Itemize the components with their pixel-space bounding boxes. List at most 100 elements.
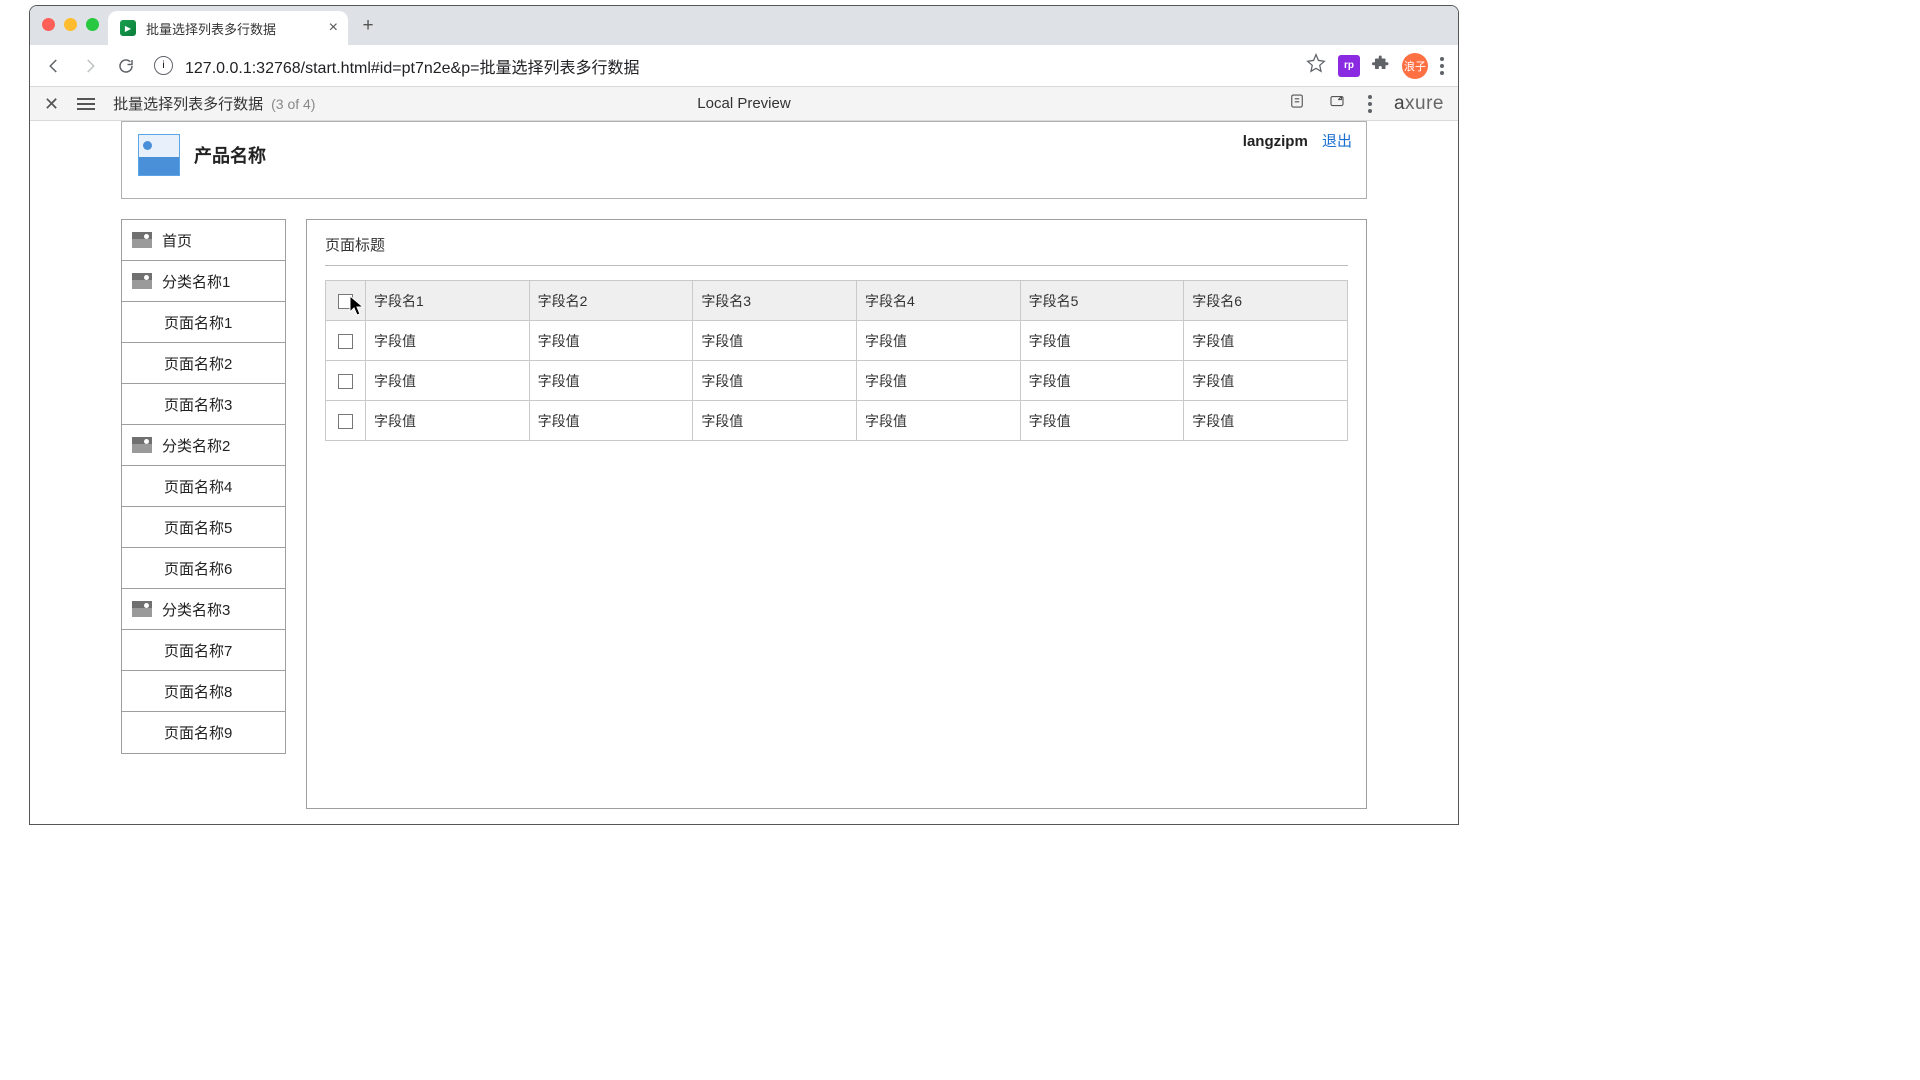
table-cell: 字段值 (693, 361, 857, 401)
axure-page-count: (3 of 4) (271, 96, 315, 112)
sidebar-item-label: 页面名称5 (164, 517, 232, 538)
new-tab-button[interactable]: + (354, 12, 382, 40)
axure-preview-label: Local Preview (697, 95, 790, 112)
axure-menu-button[interactable] (77, 98, 95, 110)
column-header: 字段名2 (529, 281, 693, 321)
sidebar-item-page5[interactable]: 页面名称5 (122, 507, 285, 548)
axure-share-icon[interactable] (1328, 92, 1346, 115)
table-row[interactable]: 字段值 字段值 字段值 字段值 字段值 字段值 (326, 401, 1348, 441)
axure-close-button[interactable]: ✕ (44, 95, 59, 113)
sidebar-item-cat2[interactable]: 分类名称2 (122, 425, 285, 466)
sidebar-item-label: 页面名称4 (164, 476, 232, 497)
table-cell: 字段值 (856, 361, 1020, 401)
table-cell: 字段值 (366, 361, 530, 401)
sidebar-item-cat3[interactable]: 分类名称3 (122, 589, 285, 630)
row-checkbox[interactable] (338, 414, 353, 429)
table-cell: 字段值 (366, 401, 530, 441)
row-checkbox[interactable] (338, 334, 353, 349)
preview-viewport: 产品名称 langzipm 退出 首页 分类名称1 页面名称1 页面名称2 页面… (30, 121, 1458, 824)
chrome-menu-button[interactable] (1440, 57, 1444, 75)
sidebar-item-label: 页面名称8 (164, 681, 232, 702)
sidebar-item-label: 分类名称3 (162, 599, 230, 620)
table-cell: 字段值 (856, 401, 1020, 441)
sidebar-item-page8[interactable]: 页面名称8 (122, 671, 285, 712)
mac-minimize-button[interactable] (64, 18, 77, 31)
mac-zoom-button[interactable] (86, 18, 99, 31)
table-cell: 字段值 (529, 321, 693, 361)
reload-button[interactable] (112, 52, 140, 80)
row-checkbox[interactable] (338, 374, 353, 389)
table-cell: 字段值 (693, 321, 857, 361)
mac-window-controls[interactable] (42, 18, 99, 31)
table-cell: 字段值 (693, 401, 857, 441)
table-cell: 字段值 (1020, 401, 1184, 441)
folder-icon (132, 273, 152, 289)
forward-button[interactable] (76, 52, 104, 80)
username-label: langzipm (1243, 133, 1308, 150)
bookmark-star-icon[interactable] (1306, 53, 1326, 78)
product-name: 产品名称 (194, 142, 266, 168)
sidebar-item-label: 页面名称3 (164, 394, 232, 415)
table-row[interactable]: 字段值 字段值 字段值 字段值 字段值 字段值 (326, 321, 1348, 361)
browser-tab-strip: 批量选择列表多行数据 × + (30, 6, 1458, 45)
extensions-puzzle-icon[interactable] (1372, 54, 1390, 77)
product-header: 产品名称 langzipm 退出 (121, 121, 1367, 199)
axure-logo: axure (1394, 93, 1444, 115)
sidebar-item-label: 页面名称2 (164, 353, 232, 374)
table-cell: 字段值 (1184, 321, 1348, 361)
sidebar-item-label: 首页 (162, 230, 192, 251)
panel-title: 页面标题 (325, 234, 1348, 266)
column-header: 字段名4 (856, 281, 1020, 321)
tab-close-icon[interactable]: × (329, 19, 338, 37)
data-table: 字段名1 字段名2 字段名3 字段名4 字段名5 字段名6 (325, 280, 1348, 441)
browser-address-bar: i 127.0.0.1:32768/start.html#id=pt7n2e&p… (30, 45, 1458, 87)
sidebar-item-cat1[interactable]: 分类名称1 (122, 261, 285, 302)
table-cell: 字段值 (1184, 401, 1348, 441)
sidebar-item-page4[interactable]: 页面名称4 (122, 466, 285, 507)
table-row[interactable]: 字段值 字段值 字段值 字段值 字段值 字段值 (326, 361, 1348, 401)
table-cell: 字段值 (1020, 361, 1184, 401)
column-header: 字段名5 (1020, 281, 1184, 321)
back-button[interactable] (40, 52, 68, 80)
sidebar-item-page3[interactable]: 页面名称3 (122, 384, 285, 425)
table-cell: 字段值 (1184, 361, 1348, 401)
sidebar-item-label: 页面名称6 (164, 558, 232, 579)
tab-favicon-icon (120, 20, 136, 36)
sidebar-item-page9[interactable]: 页面名称9 (122, 712, 285, 753)
sidebar-item-label: 页面名称9 (164, 722, 232, 743)
sidebar-item-page2[interactable]: 页面名称2 (122, 343, 285, 384)
logout-link[interactable]: 退出 (1322, 133, 1352, 150)
table-cell: 字段值 (529, 401, 693, 441)
sidebar-item-label: 分类名称1 (162, 271, 230, 292)
table-cell: 字段值 (1020, 321, 1184, 361)
url-text[interactable]: 127.0.0.1:32768/start.html#id=pt7n2e&p=批… (185, 54, 1298, 78)
sidebar-item-label: 页面名称1 (164, 312, 232, 333)
sidebar-item-home[interactable]: 首页 (122, 220, 285, 261)
tab-title: 批量选择列表多行数据 (146, 19, 276, 38)
column-header: 字段名6 (1184, 281, 1348, 321)
sidebar-item-page1[interactable]: 页面名称1 (122, 302, 285, 343)
column-header: 字段名1 (366, 281, 530, 321)
axure-more-button[interactable] (1368, 95, 1372, 113)
table-cell: 字段值 (856, 321, 1020, 361)
folder-icon (132, 601, 152, 617)
axure-notes-icon[interactable] (1288, 92, 1306, 115)
axure-toolbar: ✕ 批量选择列表多行数据 (3 of 4) Local Preview axur… (30, 87, 1458, 121)
site-info-icon[interactable]: i (154, 56, 173, 75)
column-header: 字段名3 (693, 281, 857, 321)
profile-avatar[interactable]: 浪子 (1402, 53, 1428, 79)
sidebar-nav: 首页 分类名称1 页面名称1 页面名称2 页面名称3 分类名称2 页面名称4 页… (121, 219, 286, 754)
sidebar-item-label: 页面名称7 (164, 640, 232, 661)
folder-icon (132, 232, 152, 248)
extension-rp-icon[interactable]: rp (1338, 55, 1360, 77)
content-panel: 页面标题 字段名1 字段名2 字段名3 字段名4 字段名5 (306, 219, 1367, 809)
table-header-row: 字段名1 字段名2 字段名3 字段名4 字段名5 字段名6 (326, 281, 1348, 321)
product-logo-placeholder-icon (138, 134, 180, 176)
folder-icon (132, 437, 152, 453)
mac-close-button[interactable] (42, 18, 55, 31)
axure-page-name: 批量选择列表多行数据 (113, 93, 263, 114)
sidebar-item-page7[interactable]: 页面名称7 (122, 630, 285, 671)
browser-tab[interactable]: 批量选择列表多行数据 × (108, 11, 348, 45)
select-all-checkbox[interactable] (338, 294, 353, 309)
sidebar-item-page6[interactable]: 页面名称6 (122, 548, 285, 589)
